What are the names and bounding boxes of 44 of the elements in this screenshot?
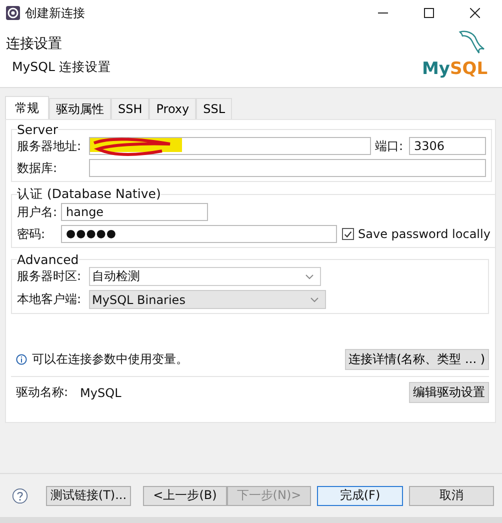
help-icon[interactable] [12,486,28,505]
driver-name: MySQL [80,386,122,400]
checkbox[interactable] [342,228,354,240]
group-title: Advanced [17,252,79,268]
input-field[interactable]: hange [61,203,208,222]
page-subtitle: MySQL 连接设置 [11,58,111,76]
input-field[interactable] [89,159,486,178]
field-label: 本地客户端: [17,291,82,308]
field-label: 密码: [17,226,46,243]
group-title: 认证 (Database Native) [17,186,161,204]
maximize-icon[interactable] [424,8,434,18]
tab[interactable]: Proxy [149,98,196,120]
checkbox-label[interactable]: Save password locally [358,227,490,242]
chevron-down-icon [305,274,314,280]
footer-button[interactable]: <上一步(B) [143,486,227,506]
field-label: 服务器时区: [17,268,82,286]
field-label: 数据库: [17,160,58,177]
info-text: 可以在连接参数中使用变量。 [32,351,189,368]
input-field[interactable]: 3306 [409,137,486,156]
edit-driver-button[interactable]: 编辑驱动设置 [409,382,489,404]
group-title: Server [17,122,58,138]
footer-button[interactable]: 测试链接(T)... [46,486,131,506]
input-field[interactable] [89,137,371,156]
field-label: 端口: [374,138,404,155]
dropdown[interactable]: MySQL Binaries [89,290,326,310]
dropdown[interactable]: 自动检测 [89,267,321,286]
info-icon [16,354,27,366]
tab[interactable]: 驱动属性 [49,98,111,120]
footer-button[interactable]: 完成(F) [317,486,403,506]
app-icon [6,6,20,20]
password-field[interactable]: ●●●●● [61,225,337,244]
window-title: 创建新连接 [25,4,85,22]
tab[interactable]: 常规 [5,96,49,120]
field-label: 用户名: [17,204,58,221]
field-label: 服务器地址: [17,138,82,155]
connection-details-button[interactable]: 连接详情(名称、类型 ... ) [344,349,489,370]
logo-text: MySQL [422,58,488,79]
chevron-down-icon [310,296,319,303]
close-icon[interactable] [470,8,480,18]
footer-button[interactable]: 取消 [409,486,494,506]
field-label: 驱动名称: [16,384,68,402]
page-title: 连接设置 [6,34,63,53]
tab[interactable]: SSH [111,98,150,120]
tab[interactable]: SSL [196,98,232,120]
